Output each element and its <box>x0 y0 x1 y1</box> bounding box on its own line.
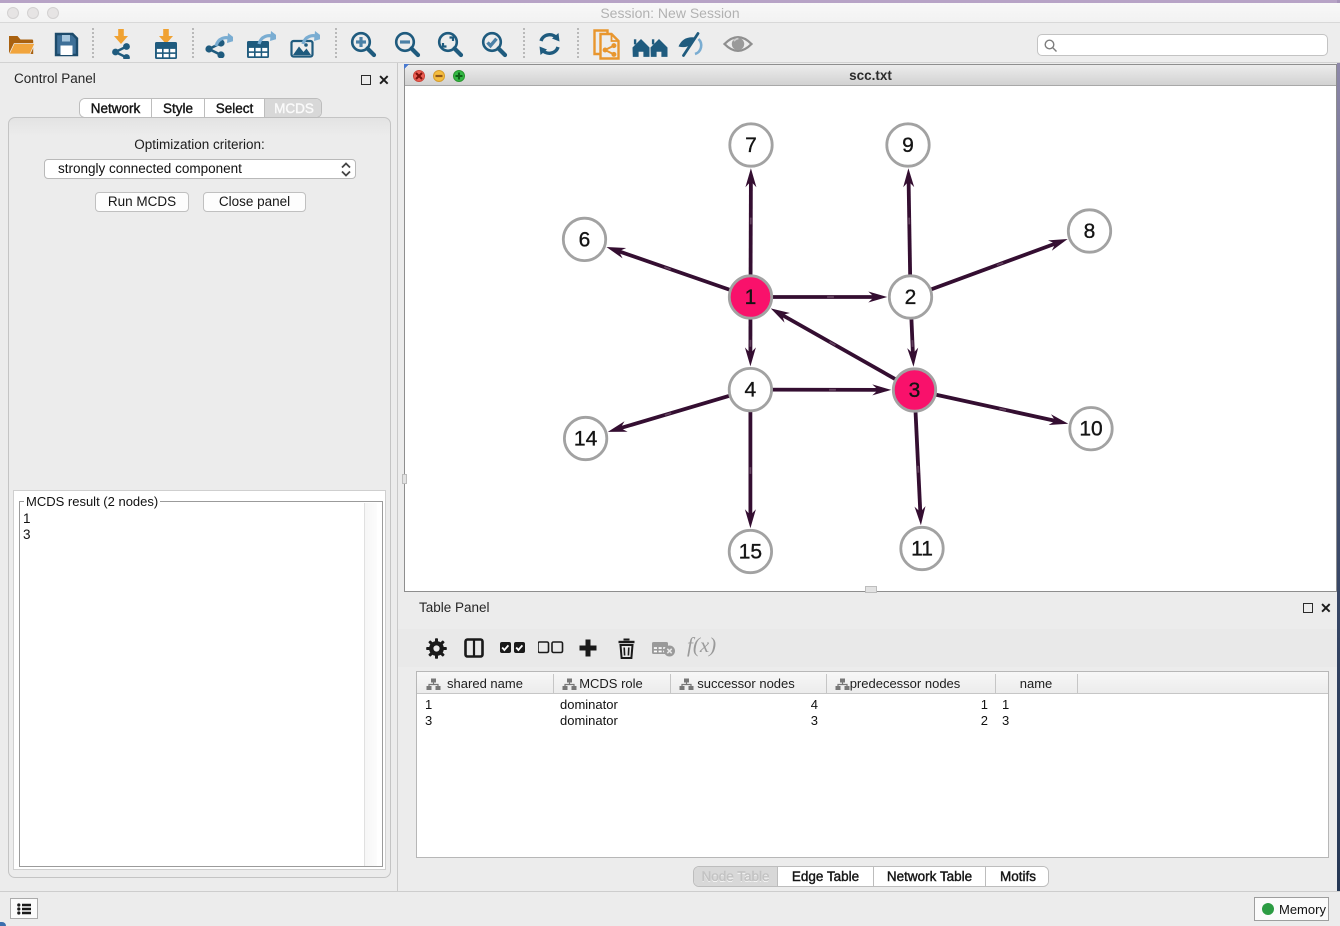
svg-text:1: 1 <box>745 286 757 309</box>
svg-text:11: 11 <box>911 538 933 561</box>
svg-text:4: 4 <box>745 379 757 402</box>
svg-text:7: 7 <box>745 134 757 157</box>
svg-text:9: 9 <box>902 134 914 157</box>
svg-text:10: 10 <box>1079 418 1102 441</box>
svg-text:8: 8 <box>1084 220 1096 243</box>
svg-text:3: 3 <box>909 379 921 402</box>
svg-text:6: 6 <box>579 228 591 251</box>
svg-text:14: 14 <box>574 428 598 451</box>
svg-text:2: 2 <box>905 286 917 309</box>
svg-text:15: 15 <box>739 541 762 564</box>
